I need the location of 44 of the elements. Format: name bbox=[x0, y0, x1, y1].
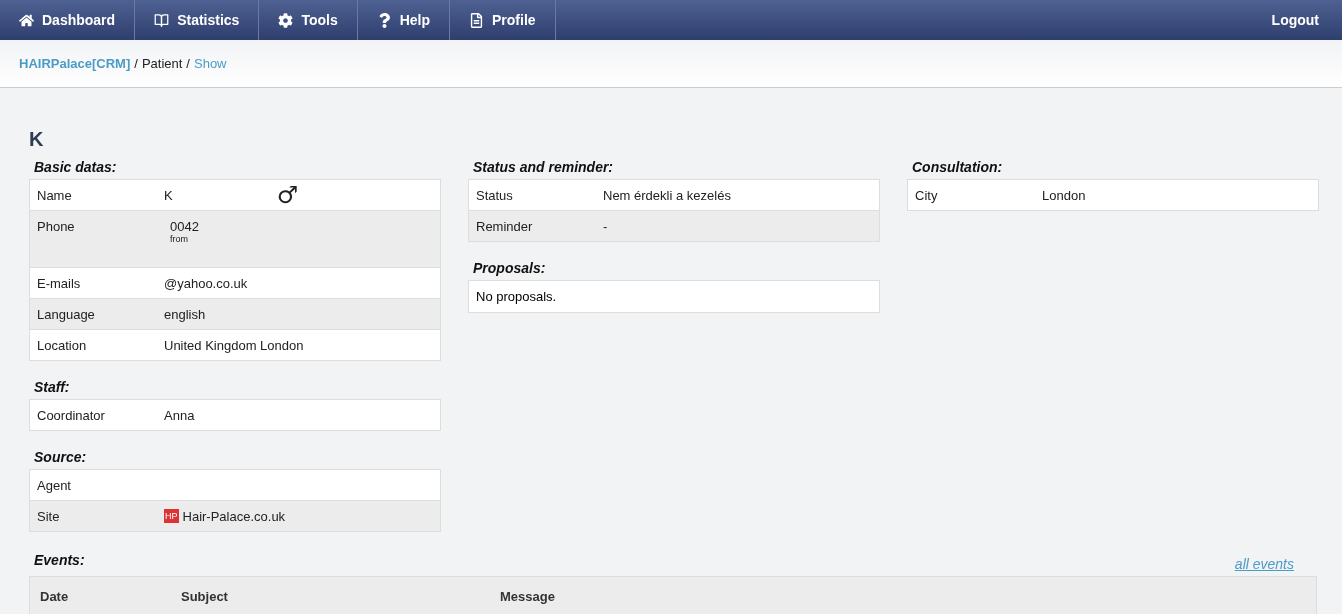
column-header: Subject bbox=[180, 588, 229, 604]
field-value: Anna bbox=[164, 407, 195, 423]
breadcrumb-separator: / bbox=[134, 56, 138, 71]
field-value: 0042 bbox=[170, 219, 199, 234]
field-label: Site bbox=[36, 508, 61, 524]
field-value: United Kingdom London bbox=[164, 337, 304, 353]
page-title: K bbox=[29, 128, 45, 151]
empty-message: No proposals. bbox=[475, 288, 558, 306]
section-title: Source: bbox=[33, 449, 88, 467]
column-header: Date bbox=[39, 588, 70, 604]
logout-link[interactable]: Logout bbox=[1271, 12, 1319, 28]
field-value: London bbox=[1042, 187, 1086, 203]
section-title: Consultation: bbox=[911, 159, 1004, 177]
section-title: Proposals: bbox=[472, 260, 547, 278]
nav-icon bbox=[19, 12, 34, 28]
field-label: Location bbox=[36, 337, 88, 353]
breadcrumb-item: Patient bbox=[141, 56, 183, 71]
breadcrumb-separator: / bbox=[186, 56, 190, 71]
nav-icon bbox=[469, 12, 484, 28]
field-value: Nem érdekli a kezelés bbox=[603, 187, 731, 203]
field-value: K bbox=[164, 187, 173, 203]
field-label: City bbox=[914, 187, 939, 203]
section-title: Events: bbox=[33, 552, 85, 570]
field-label: Agent bbox=[36, 477, 72, 493]
field-label: Name bbox=[36, 187, 73, 203]
nav-icon bbox=[278, 12, 294, 28]
field-note: from bbox=[170, 234, 189, 244]
field-label: Coordinator bbox=[36, 407, 106, 423]
field-value: english bbox=[164, 306, 206, 322]
section-title: Status and reminder: bbox=[472, 159, 615, 177]
field-value: Hair-Palace.co.uk bbox=[182, 508, 286, 524]
field-value: @yahoo.co.uk bbox=[164, 275, 248, 291]
field-value: - bbox=[603, 218, 608, 234]
field-label: E-mails bbox=[36, 275, 82, 291]
field-label: Language bbox=[36, 306, 96, 322]
field-label: Reminder bbox=[475, 218, 534, 234]
field-label: Status bbox=[475, 187, 514, 203]
male-symbol-icon: ♂ bbox=[276, 185, 299, 205]
nav-icon bbox=[154, 12, 170, 28]
site-logo-icon: HP bbox=[164, 509, 179, 523]
section-title: Basic datas: bbox=[33, 159, 118, 177]
field-label: Phone bbox=[36, 219, 76, 234]
column-header: Message bbox=[499, 588, 556, 604]
section-title: Staff: bbox=[33, 379, 71, 397]
